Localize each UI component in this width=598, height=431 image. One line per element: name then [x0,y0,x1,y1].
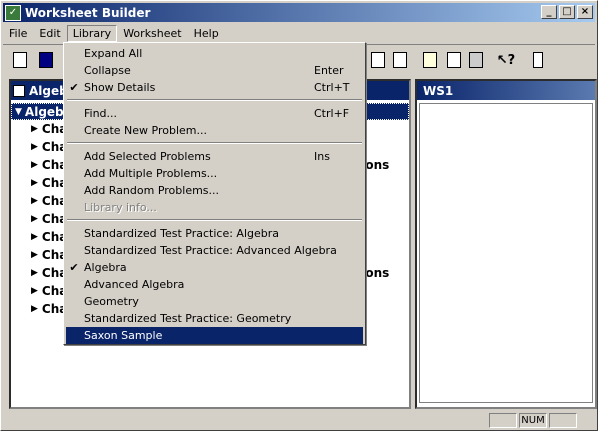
num-lock-indicator: NUM [519,413,547,428]
library-dropdown-menu: Expand All Collapse Enter ✔ Show Details Ct… [63,42,366,345]
save-button[interactable] [35,49,57,71]
tree-root-label: Algeb [24,104,64,119]
expand-arrow-icon: ▼ [15,106,22,117]
collapsed-arrow-icon: ▶ [31,142,38,152]
book-icon [13,84,25,97]
collapsed-arrow-icon: ▶ [31,268,38,278]
menu-item-advanced-algebra[interactable]: Advanced Algebra [66,276,363,293]
menu-item-saxon-sample[interactable]: Saxon Sample [66,327,363,344]
menu-item-add-selected[interactable]: Add Selected Problems Ins [66,148,363,165]
exit-button[interactable] [527,49,549,71]
menu-item-find[interactable]: Find... Ctrl+F [66,105,363,122]
maximize-button[interactable]: □ [559,5,575,19]
minimize-button[interactable]: _ [541,5,557,19]
worksheet-area[interactable] [419,103,593,403]
library-panel-title: Algeb [29,83,68,98]
document-icon [13,52,27,68]
menu-help[interactable]: Help [188,25,225,42]
menu-item-add-multiple[interactable]: Add Multiple Problems... [66,165,363,182]
status-bar: NUM [3,412,595,429]
menu-item-stp-algebra[interactable]: Standardized Test Practice: Algebra [66,225,363,242]
worksheet-panel-header: WS1 [417,81,595,100]
chapter-title-suffix: ons [365,158,390,172]
new-document-button[interactable] [9,49,31,71]
collapsed-arrow-icon: ▶ [31,286,38,296]
menu-item-add-random[interactable]: Add Random Problems... [66,182,363,199]
menu-item-expand-all[interactable]: Expand All [66,45,363,62]
worksheet-panel: WS1 [415,79,597,409]
app-window: ✓ Worksheet Builder _ □ × File Edit Libr… [0,0,598,431]
worksheet-panel-title: WS1 [423,83,454,98]
status-pane [549,413,577,428]
checkmark-icon: ✔ [69,81,79,94]
help-arrow-icon: ↖? [496,52,516,68]
collapsed-arrow-icon: ▶ [31,232,38,242]
worksheet-icon [423,52,437,68]
sort-descending-button[interactable] [389,49,411,71]
collapsed-arrow-icon: ▶ [31,124,38,134]
menu-library[interactable]: Library [66,24,118,42]
menu-item-library-info: Library info... [84,201,157,214]
menu-separator [67,99,362,101]
window-title: Worksheet Builder [25,5,151,20]
collapsed-arrow-icon: ▶ [31,214,38,224]
print-button[interactable] [465,49,487,71]
collapsed-arrow-icon: ▶ [31,160,38,170]
menu-item-algebra[interactable]: ✔ Algebra [66,259,363,276]
collapsed-arrow-icon: ▶ [31,304,38,314]
menu-item-collapse[interactable]: Collapse Enter [66,62,363,79]
sort-icon [371,52,385,68]
save-icon [39,52,53,68]
menu-bar: File Edit Library Worksheet Help [3,23,225,43]
door-icon [533,52,543,68]
close-button[interactable]: × [577,5,593,19]
status-pane [489,413,517,428]
menu-item-show-details[interactable]: ✔ Show Details Ctrl+T [66,79,363,96]
menu-edit[interactable]: Edit [33,25,66,42]
menu-worksheet[interactable]: Worksheet [117,25,187,42]
checkmark-icon: ✔ [69,261,79,274]
collapsed-arrow-icon: ▶ [31,250,38,260]
title-bar: ✓ Worksheet Builder _ □ × [3,3,595,22]
help-button[interactable]: ↖? [495,49,517,71]
collapsed-arrow-icon: ▶ [31,178,38,188]
preview-button[interactable] [443,49,465,71]
menu-separator [67,219,362,221]
app-icon: ✓ [5,4,21,21]
printer-icon [469,52,483,68]
collapsed-arrow-icon: ▶ [31,196,38,206]
menu-item-stp-advanced-algebra[interactable]: Standardized Test Practice: Advanced Alg… [66,242,363,259]
sort-icon [393,52,407,68]
sort-ascending-button[interactable] [367,49,389,71]
worksheet-view-button[interactable] [419,49,441,71]
menu-file[interactable]: File [3,25,33,42]
menu-separator [67,142,362,144]
preview-icon [447,52,461,68]
chapter-title-suffix: ons [365,266,390,280]
menu-item-stp-geometry[interactable]: Standardized Test Practice: Geometry [66,310,363,327]
menu-item-geometry[interactable]: Geometry [66,293,363,310]
menu-item-create-new-problem[interactable]: Create New Problem... [66,122,363,139]
